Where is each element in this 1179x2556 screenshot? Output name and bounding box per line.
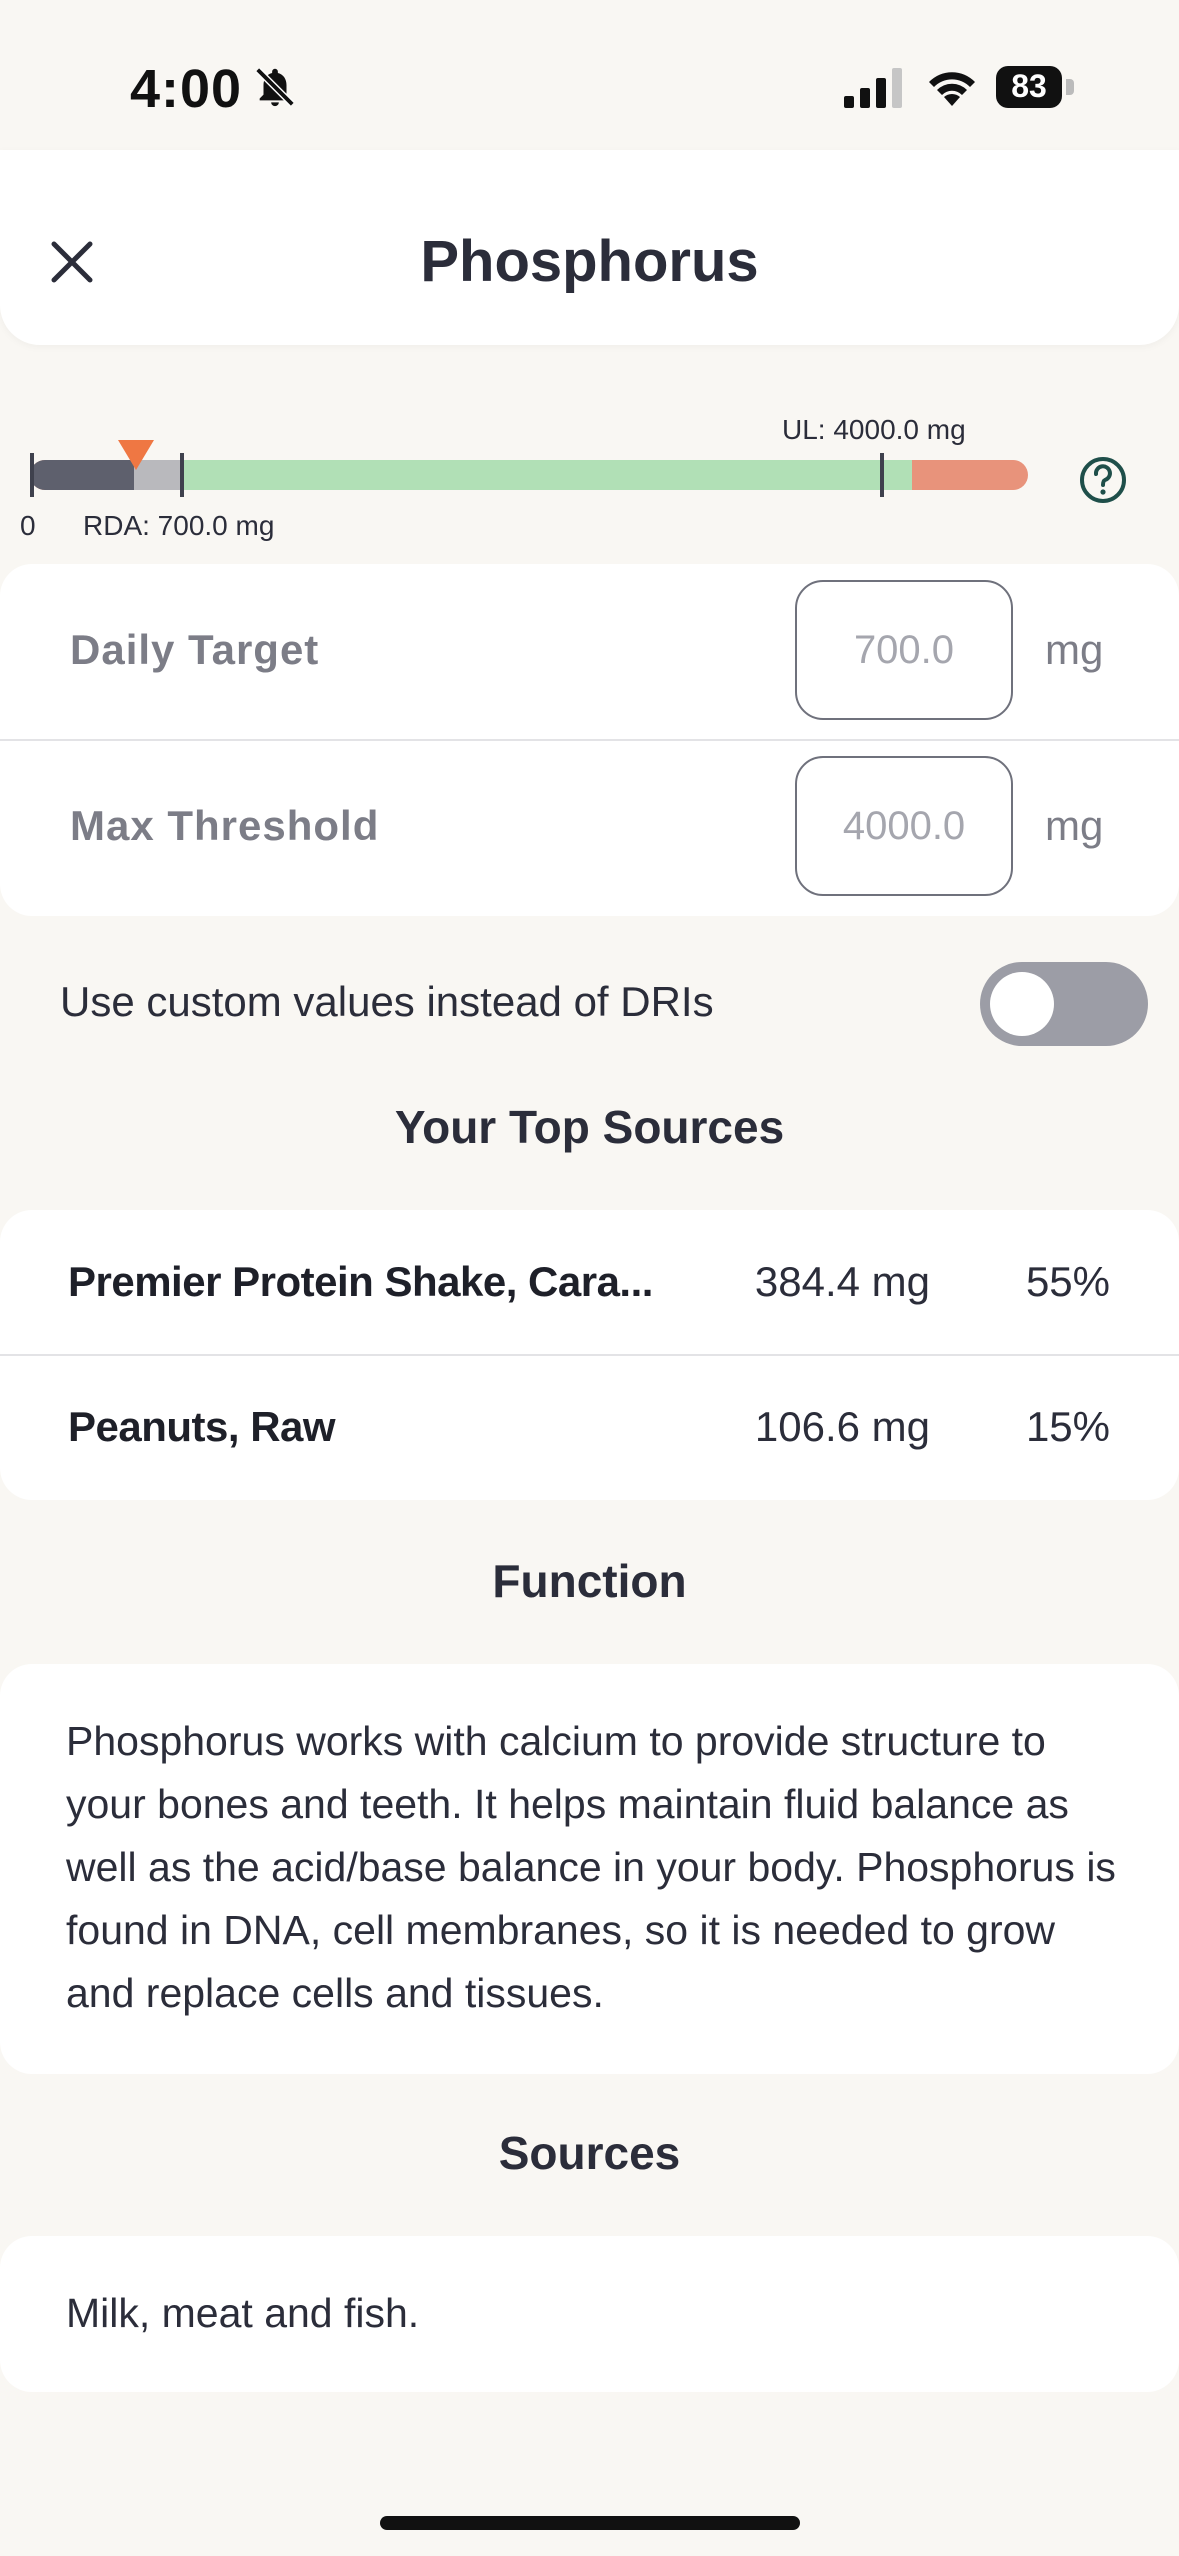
threshold-card: Daily Target 700.0 mg Max Threshold 4000… [0,564,1179,916]
function-text: Phosphorus works with calcium to provide… [66,1718,1116,2016]
max-threshold-input[interactable]: 4000.0 [795,756,1013,896]
safe-range-segment [184,460,912,490]
daily-target-row: Daily Target 700.0 mg [0,564,1179,741]
nutrient-range-bar: UL: 4000.0 mg 0 RDA: 700.0 mg [0,400,1179,560]
status-time: 4:00 [130,59,243,119]
daily-target-input[interactable]: 700.0 [795,580,1013,720]
battery-level: 83 [1011,68,1047,104]
daily-target-unit: mg [1045,626,1104,673]
bell-slash-icon [255,67,295,107]
rda-tick [180,453,184,497]
max-threshold-row: Max Threshold 4000.0 mg [0,740,1179,916]
source-name: Premier Protein Shake, Cara... [68,1258,653,1305]
custom-values-label: Use custom values instead of DRIs [60,978,714,1025]
source-amount: 106.6 mg [754,1403,930,1450]
custom-values-toggle[interactable] [980,962,1148,1046]
list-item[interactable]: Peanuts, Raw 106.6 mg 15% [0,1355,1179,1500]
toggle-knob [990,972,1054,1036]
sources-card: Milk, meat and fish. [0,2236,1179,2392]
function-card: Phosphorus works with calcium to provide… [0,1664,1179,2074]
source-name: Peanuts, Raw [68,1403,336,1450]
daily-target-label: Daily Target [70,626,320,673]
home-indicator[interactable] [380,2516,800,2530]
page-title: Phosphorus [420,229,759,294]
cellular-signal-icon [844,68,902,108]
sources-text: Milk, meat and fish. [66,2290,420,2336]
max-threshold-label: Max Threshold [70,802,380,849]
rda-label: RDA: 700.0 mg [83,510,275,541]
sources-title: Sources [498,2127,681,2179]
source-percent: 15% [1025,1403,1110,1450]
wifi-icon [929,72,975,106]
top-sources-title: Your Top Sources [394,1101,785,1153]
battery-icon: 83 [996,66,1080,108]
source-amount: 384.4 mg [754,1258,930,1305]
zero-tick [30,453,34,497]
question-circle-icon[interactable] [1078,455,1128,505]
zero-label: 0 [20,510,36,541]
top-sources-list: Premier Protein Shake, Cara... 384.4 mg … [0,1210,1179,1500]
function-title: Function [492,1555,687,1607]
source-percent: 55% [1025,1258,1110,1305]
ul-tick [880,453,884,497]
ul-label: UL: 4000.0 mg [782,414,966,445]
header: Phosphorus [0,150,1179,345]
max-threshold-unit: mg [1045,802,1104,849]
intake-marker [118,440,154,470]
list-item[interactable]: Premier Protein Shake, Cara... 384.4 mg … [0,1210,1179,1356]
